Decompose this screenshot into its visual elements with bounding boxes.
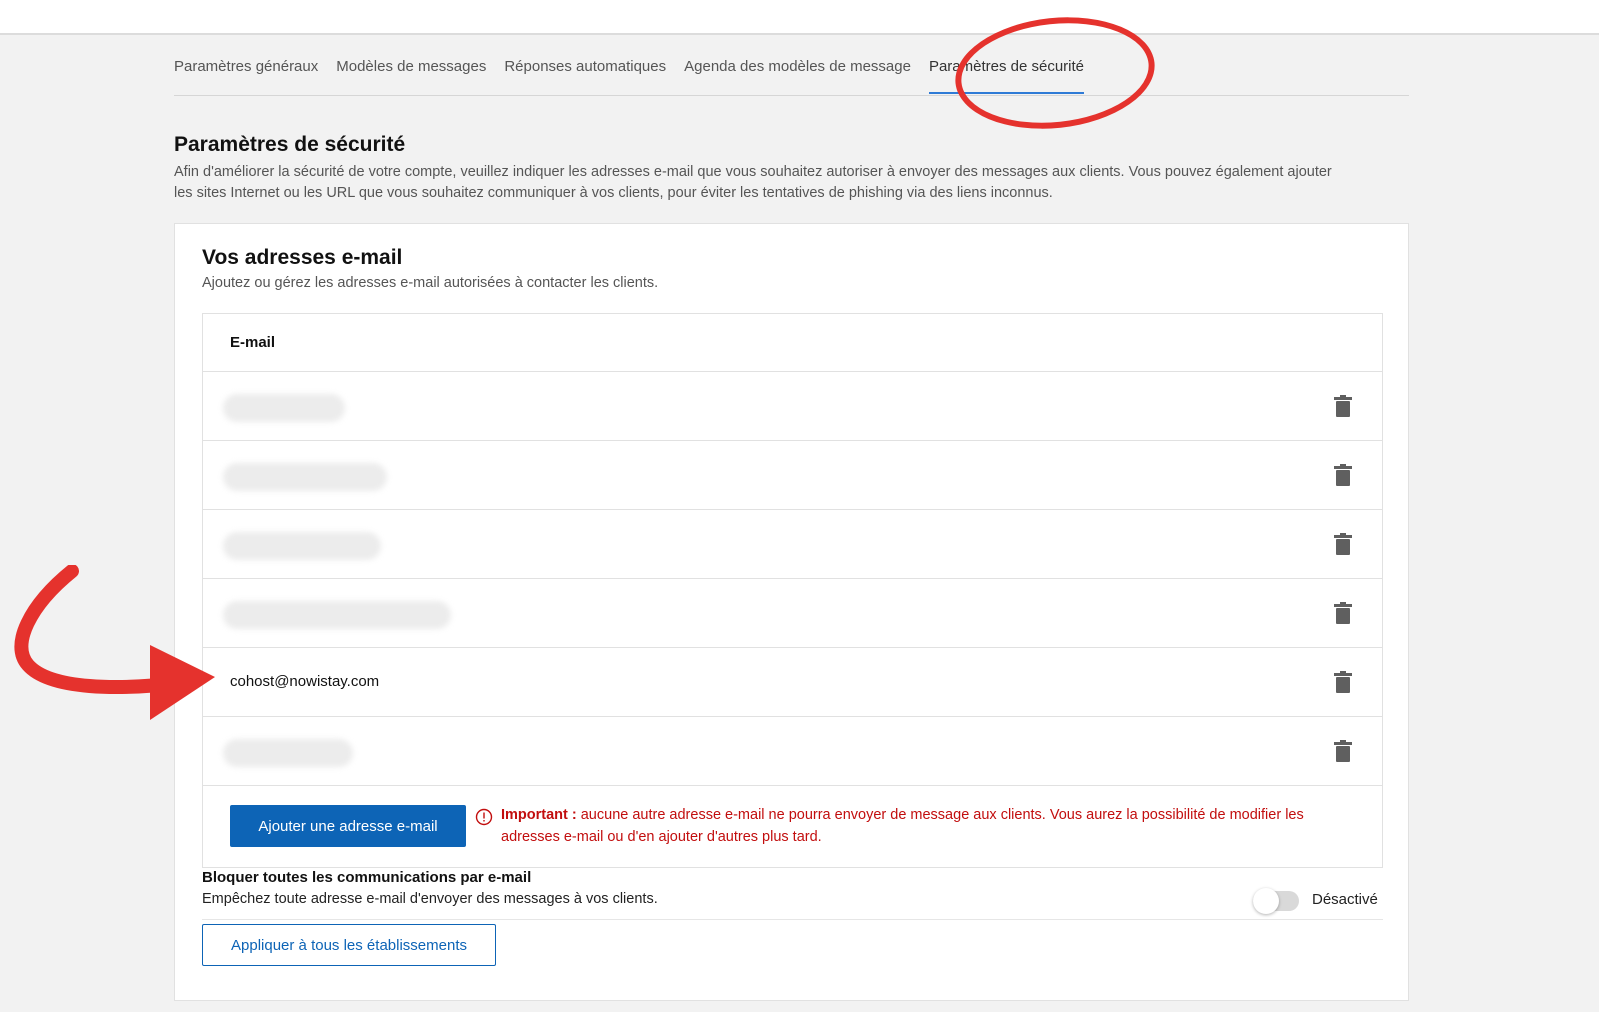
warning-label: Important :: [501, 807, 577, 823]
card-subtitle: Ajoutez ou gérez les adresses e-mail aut…: [202, 275, 659, 291]
settings-tabs: Paramètres généraux Modèles de messages …: [174, 40, 1409, 96]
email-table: E-mail cohost@nowistay.com Ajouter une a…: [202, 313, 1383, 868]
table-row: [203, 372, 1382, 441]
add-email-button[interactable]: Ajouter une adresse e-mail: [230, 805, 466, 847]
trash-icon[interactable]: [1334, 602, 1352, 624]
trash-icon[interactable]: [1334, 533, 1352, 555]
trash-icon[interactable]: [1334, 464, 1352, 486]
warning-icon: [475, 808, 493, 826]
table-row: cohost@nowistay.com: [203, 648, 1382, 717]
block-email-description: Empêchez toute adresse e-mail d'envoyer …: [202, 891, 658, 907]
tab-template-schedule[interactable]: Agenda des modèles de message: [684, 40, 911, 96]
trash-icon[interactable]: [1334, 671, 1352, 693]
table-row: [203, 579, 1382, 648]
warning-body: aucune autre adresse e-mail ne pourra en…: [501, 807, 1304, 845]
tab-automatic-replies[interactable]: Réponses automatiques: [504, 40, 666, 96]
divider: [202, 919, 1383, 920]
page-description: Afin d'améliorer la sécurité de votre co…: [174, 164, 1332, 201]
redacted-email: [223, 601, 451, 629]
redacted-email: [223, 463, 387, 491]
table-row: [203, 441, 1382, 510]
tab-security-settings[interactable]: Paramètres de sécurité: [928, 40, 1085, 96]
apply-all-properties-button[interactable]: Appliquer à tous les établissements: [202, 924, 496, 966]
top-bar: [0, 0, 1599, 35]
card-title: Vos adresses e-mail: [202, 246, 403, 269]
table-footer: Ajouter une adresse e-mail Important : a…: [203, 786, 1382, 866]
toggle-knob: [1253, 888, 1279, 914]
column-header-email: E-mail: [203, 314, 1382, 372]
page-title: Paramètres de sécurité: [174, 133, 406, 156]
emails-card: Vos adresses e-mail Ajoutez ou gérez les…: [174, 223, 1409, 1001]
block-email-title: Bloquer toutes les communications par e-…: [202, 869, 532, 886]
trash-icon[interactable]: [1334, 395, 1352, 417]
redacted-email: [223, 532, 381, 560]
block-email-toggle[interactable]: [1253, 888, 1299, 914]
tab-general-settings[interactable]: Paramètres généraux: [174, 40, 318, 96]
redacted-email: [223, 739, 353, 767]
table-row: [203, 510, 1382, 579]
trash-icon[interactable]: [1334, 740, 1352, 762]
toggle-state-label: Désactivé: [1312, 891, 1378, 908]
tab-message-templates[interactable]: Modèles de messages: [336, 40, 486, 96]
redacted-email: [223, 394, 345, 422]
email-address: cohost@nowistay.com: [230, 673, 380, 690]
warning-message: Important : aucune autre adresse e-mail …: [501, 804, 1331, 848]
table-row: [203, 717, 1382, 786]
